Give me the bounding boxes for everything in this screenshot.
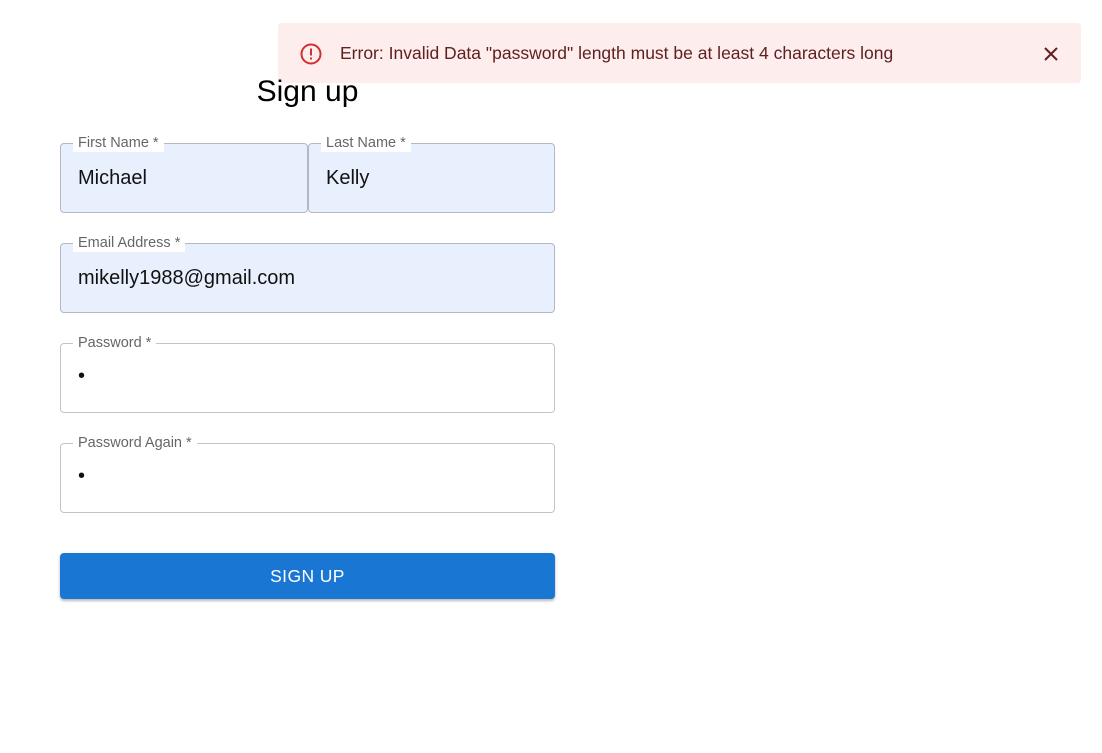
password-field[interactable]: Password * •	[60, 334, 555, 413]
email-label: Email Address *	[73, 234, 186, 252]
password-value: •	[78, 365, 88, 387]
email-field[interactable]: Email Address * mikelly1988@gmail.com	[60, 234, 555, 313]
password-again-label: Password Again *	[73, 434, 197, 452]
email-value: mikelly1988@gmail.com	[78, 267, 296, 289]
error-outline-icon	[299, 42, 323, 66]
alert-message: Error: Invalid Data "password" length mu…	[340, 43, 894, 63]
password-again-value: •	[78, 465, 88, 487]
first-name-label: First Name *	[73, 134, 164, 152]
close-icon[interactable]	[1040, 43, 1062, 65]
signup-page: Error: Invalid Data "password" length mu…	[0, 0, 1102, 753]
password-label: Password *	[73, 334, 157, 352]
last-name-label: Last Name *	[321, 134, 411, 152]
signup-button[interactable]: SIGN UP	[60, 553, 555, 599]
password-again-field[interactable]: Password Again * •	[60, 434, 555, 513]
last-name-value: Kelly	[326, 167, 370, 189]
first-name-field[interactable]: First Name * Michael	[60, 134, 308, 213]
page-title: Sign up	[256, 75, 359, 108]
last-name-field[interactable]: Last Name * Kelly	[308, 134, 555, 213]
first-name-value: Michael	[78, 167, 147, 189]
